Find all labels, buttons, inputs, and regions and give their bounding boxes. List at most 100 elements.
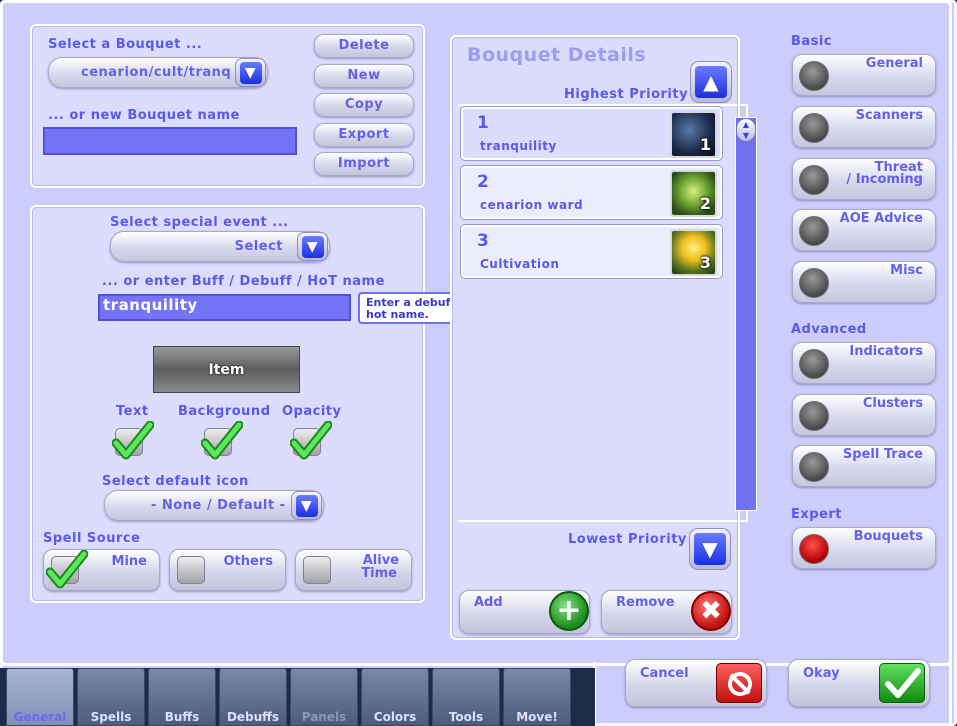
priority-item-name: Cultivation — [480, 257, 560, 271]
plus-icon: + — [549, 591, 589, 631]
remove-label: Remove — [616, 595, 675, 610]
priority-item-3[interactable]: 3 Cultivation 3 — [461, 225, 722, 278]
mine-label: Mine — [111, 554, 147, 569]
cancel-icon — [716, 663, 762, 703]
bouquet-dropdown-arrow[interactable]: ▼ — [235, 58, 266, 87]
bouquet-dropdown[interactable]: cenarion/cult/tranq ▼ — [48, 57, 268, 88]
text-toggle-label: Text — [116, 404, 149, 419]
export-button[interactable]: Export — [314, 123, 414, 147]
tab-general[interactable]: General — [6, 668, 74, 726]
tab-label: Panels — [301, 710, 347, 724]
nav-scanners-button[interactable]: Scanners — [792, 106, 936, 148]
import-button[interactable]: Import — [314, 152, 414, 176]
advanced-section-label: Advanced — [791, 322, 867, 337]
nav-aoe-advice-button[interactable]: AOE Advice — [792, 209, 936, 251]
special-event-arrow[interactable]: ▼ — [297, 232, 328, 261]
checkmark-icon — [46, 550, 88, 589]
alive-time-label-line2: Time — [361, 566, 397, 581]
expert-section-label: Expert — [791, 507, 843, 522]
checkmark-icon — [290, 421, 332, 460]
background-toggle-label: Background — [178, 404, 271, 419]
nav-bouquets-button[interactable]: Bouquets — [792, 527, 936, 569]
move-up-button[interactable]: ▲ — [690, 61, 732, 103]
buff-name-input[interactable]: tranquility — [98, 294, 351, 321]
tranquility-icon: 1 — [670, 111, 717, 158]
tab-debuffs[interactable]: Debuffs — [219, 668, 287, 726]
lowest-priority-label: Lowest Priority — [568, 532, 687, 547]
scroll-thumb[interactable]: ▲ ▼ — [736, 118, 756, 142]
okay-label: Okay — [803, 666, 840, 681]
spell-source-alive-time-button[interactable]: Alive Time — [295, 549, 412, 591]
default-icon-value: - None / Default - — [151, 498, 286, 513]
bouquet-details-title: Bouquet Details — [467, 44, 647, 66]
tab-label: Colors — [373, 710, 417, 724]
nav-clusters-button[interactable]: Clusters — [792, 394, 936, 436]
arrow-up-icon: ▲ — [695, 66, 727, 98]
add-label: Add — [474, 595, 503, 610]
cancel-button[interactable]: Cancel — [625, 659, 767, 707]
tab-tools[interactable]: Tools — [432, 668, 500, 726]
others-label: Others — [223, 554, 274, 569]
special-event-label: Select special event ... — [110, 215, 289, 230]
special-event-dropdown[interactable]: Select ▼ — [110, 231, 330, 262]
buff-name-label: ... or enter Buff / Debuff / HoT name — [102, 274, 385, 289]
nav-spell-trace-button[interactable]: Spell Trace — [792, 445, 936, 487]
status-orb-icon — [799, 452, 829, 482]
nav-misc-label: Misc — [890, 263, 923, 278]
status-orb-icon — [799, 401, 829, 431]
new-button[interactable]: New — [314, 64, 414, 88]
alive-time-checkbox — [303, 556, 331, 584]
cancel-label: Cancel — [640, 666, 689, 681]
default-icon-dropdown[interactable]: - None / Default - ▼ — [104, 490, 324, 521]
status-orb-icon — [799, 349, 829, 379]
tab-buffs[interactable]: Buffs — [148, 668, 216, 726]
others-checkbox — [177, 556, 205, 584]
item-button[interactable]: Item — [153, 346, 300, 393]
arrow-down-icon: ▼ — [694, 533, 726, 565]
spell-source-others-button[interactable]: Others — [169, 549, 286, 591]
nav-indicators-button[interactable]: Indicators — [792, 342, 936, 384]
tab-panels[interactable]: Panels — [290, 668, 358, 726]
status-orb-icon — [799, 268, 829, 298]
nav-clusters-label: Clusters — [862, 396, 923, 411]
new-bouquet-label: ... or new Bouquet name — [48, 108, 240, 123]
tab-spells[interactable]: Spells — [77, 668, 145, 726]
copy-button[interactable]: Copy — [314, 93, 414, 117]
chevron-down-icon: ▼ — [295, 494, 318, 517]
remove-x-icon: ✖ — [691, 591, 731, 631]
nav-aoe-advice-label: AOE Advice — [839, 211, 923, 226]
special-event-value: Select — [234, 239, 283, 254]
cultivation-icon: 3 — [670, 229, 717, 276]
remove-button[interactable]: Remove ✖ — [601, 590, 732, 634]
cenarion-ward-icon: 2 — [670, 170, 717, 217]
icon-number: 1 — [699, 135, 711, 154]
active-orb-icon — [799, 534, 829, 564]
priority-item-1[interactable]: 1 tranquility 1 — [461, 107, 722, 160]
spell-source-label: Spell Source — [43, 531, 141, 546]
okay-button[interactable]: Okay — [788, 659, 930, 707]
checkmark-icon — [885, 668, 921, 698]
spell-source-mine-button[interactable]: Mine — [43, 549, 160, 591]
move-down-button[interactable]: ▼ — [689, 528, 731, 570]
default-icon-arrow[interactable]: ▼ — [291, 491, 322, 520]
delete-button[interactable]: Delete — [314, 34, 414, 58]
new-bouquet-input[interactable] — [43, 127, 297, 155]
nav-threat-button[interactable]: Threat / Incoming — [792, 158, 936, 200]
nav-general-label: General — [865, 56, 923, 71]
tab-colors[interactable]: Colors — [361, 668, 429, 726]
basic-section-label: Basic — [791, 34, 833, 49]
tab-label: Debuffs — [226, 710, 280, 724]
priority-scrollbar[interactable] — [735, 117, 757, 511]
tab-label: General — [13, 710, 67, 724]
tab-label: Move! — [516, 710, 558, 724]
nav-misc-button[interactable]: Misc — [792, 261, 936, 303]
nav-spell-trace-label: Spell Trace — [842, 447, 923, 462]
nav-general-button[interactable]: General — [792, 54, 936, 96]
icon-number: 2 — [699, 194, 711, 213]
tab-move[interactable]: Move! — [503, 668, 571, 726]
tab-label: Spells — [90, 710, 132, 724]
priority-item-2[interactable]: 2 cenarion ward 2 — [461, 166, 722, 219]
checkmark-icon — [201, 421, 243, 460]
nav-indicators-label: Indicators — [849, 344, 923, 359]
add-button[interactable]: Add + — [459, 590, 590, 634]
